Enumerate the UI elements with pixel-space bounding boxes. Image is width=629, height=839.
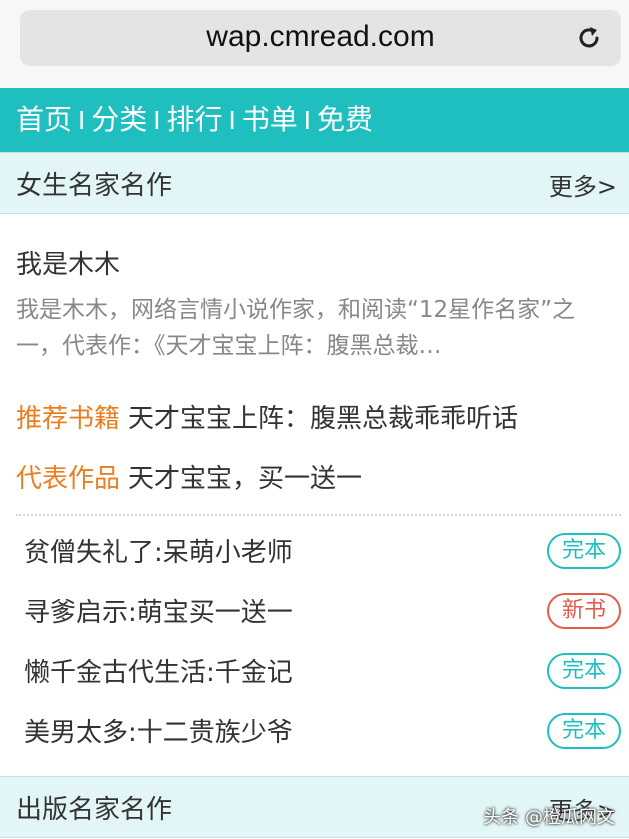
top-nav: 首页 I 分类 I 排行 I 书单 I 免费 <box>0 88 629 152</box>
section-header-female-authors: 女生名家名作 更多> <box>0 152 629 214</box>
section-title: 出版名家名作 <box>16 795 173 825</box>
book-title[interactable]: 贫僧失礼了:呆萌小老师 <box>24 532 293 569</box>
author-description: 我是木木，网络言情小说作家，和阅读“12星作名家”之一，代表作：《天才宝宝上阵：… <box>16 297 576 359</box>
nav-separator: I <box>228 105 236 135</box>
url-text[interactable]: wap.cmread.com <box>20 20 621 54</box>
recommend-label: 推荐书籍 <box>16 404 121 434</box>
status-badge: 完本 <box>547 533 621 569</box>
nav-item-free[interactable]: 免费 <box>317 88 373 152</box>
book-title[interactable]: 美男太多:十二贵族少爷 <box>24 712 293 749</box>
book-list-item[interactable]: 懒千金古代生活:千金记 完本 <box>0 640 629 700</box>
status-badge: 完本 <box>547 653 621 689</box>
nav-item-ranking[interactable]: 排行 <box>167 88 223 152</box>
recommended-book-row: 推荐书籍 天才宝宝上阵：腹黑总裁乖乖听话 <box>16 398 518 435</box>
book-list-item[interactable]: 寻爹启示:萌宝买一送一 新书 <box>0 580 629 640</box>
status-badge: 完本 <box>547 713 621 749</box>
more-link[interactable]: 更多> <box>549 167 617 202</box>
reload-icon[interactable] <box>575 24 603 52</box>
nav-separator: I <box>78 105 86 135</box>
watermark: 头条 @橙瓜网文 <box>483 807 615 828</box>
nav-item-category[interactable]: 分类 <box>91 88 147 152</box>
works-label: 代表作品 <box>16 464 121 494</box>
section-title: 女生名家名作 <box>16 171 173 201</box>
nav-separator: I <box>303 105 311 135</box>
representative-work-row: 代表作品 天才宝宝，买一送一 <box>16 458 362 495</box>
divider <box>16 514 621 516</box>
nav-item-home[interactable]: 首页 <box>16 88 72 152</box>
book-list-item[interactable]: 美男太多:十二贵族少爷 完本 <box>0 700 629 760</box>
works-book-link[interactable]: 天才宝宝，买一送一 <box>128 464 362 494</box>
nav-item-booklist[interactable]: 书单 <box>242 88 298 152</box>
nav-separator: I <box>153 105 161 135</box>
author-name[interactable]: 我是木木 <box>16 244 120 281</box>
book-list-item[interactable]: 贫僧失礼了:呆萌小老师 完本 <box>0 520 629 580</box>
recommend-book-link[interactable]: 天才宝宝上阵：腹黑总裁乖乖听话 <box>128 404 518 434</box>
address-bar[interactable]: wap.cmread.com <box>20 10 621 66</box>
browser-toolbar: wap.cmread.com <box>0 0 629 88</box>
status-badge: 新书 <box>547 593 621 629</box>
book-title[interactable]: 懒千金古代生活:千金记 <box>24 652 293 689</box>
book-title[interactable]: 寻爹启示:萌宝买一送一 <box>24 592 293 629</box>
